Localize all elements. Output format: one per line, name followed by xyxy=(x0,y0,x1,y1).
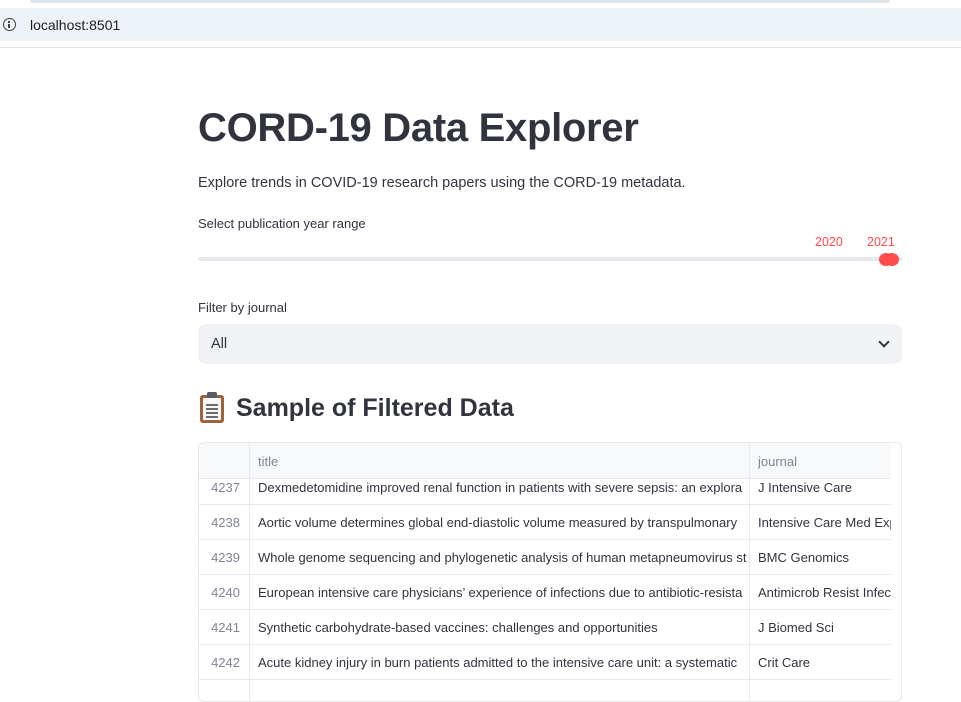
clipboard-icon xyxy=(198,392,226,424)
sample-section-heading: Sample of Filtered Data xyxy=(198,392,514,424)
cell-title[interactable]: European intensive care physicians’ expe… xyxy=(250,575,750,609)
tab-strip xyxy=(30,0,890,3)
row-index xyxy=(199,680,250,701)
cell-journal[interactable]: BMC Genomics xyxy=(750,540,891,574)
cell-journal[interactable]: J Biomed Sci xyxy=(750,610,891,644)
table-row[interactable]: 4238 Aortic volume determines global end… xyxy=(199,505,891,540)
cell-title[interactable]: Whole genome sequencing and phylogenetic… xyxy=(250,540,750,574)
row-index: 4241 xyxy=(199,610,250,644)
chevron-down-icon xyxy=(878,336,890,348)
section-title: Sample of Filtered Data xyxy=(236,393,514,422)
chrome-divider xyxy=(0,47,961,48)
table-row[interactable]: 4240 European intensive care physicians’… xyxy=(199,575,891,610)
cell-journal[interactable]: Crit Care xyxy=(750,645,891,679)
table-header: title journal xyxy=(199,443,891,479)
year-slider-track[interactable] xyxy=(198,257,902,261)
cell-journal[interactable]: Antimicrob Resist Infec xyxy=(750,575,891,609)
year-slider-min-value: 2020 xyxy=(815,235,843,249)
cell-title[interactable]: Dexmedetomidine improved renal function … xyxy=(250,479,750,504)
header-index-cell xyxy=(199,443,250,479)
cell-journal[interactable] xyxy=(750,680,891,701)
row-index: 4239 xyxy=(199,540,250,574)
browser-top-strip xyxy=(0,0,961,8)
table-rows: 4237 Dexmedetomidine improved renal func… xyxy=(199,479,891,701)
row-index: 4242 xyxy=(199,645,250,679)
address-bar[interactable]: localhost:8501 xyxy=(0,8,961,41)
journal-filter-select[interactable]: All xyxy=(198,324,902,364)
year-slider-max-thumb[interactable] xyxy=(885,253,899,266)
header-title[interactable]: title xyxy=(250,443,750,479)
cell-title[interactable]: Acute kidney injury in burn patients adm… xyxy=(250,645,750,679)
table-row[interactable]: 4242 Acute kidney injury in burn patient… xyxy=(199,645,891,680)
table-row[interactable]: 4241 Synthetic carbohydrate-based vaccin… xyxy=(199,610,891,645)
table-row[interactable]: 4239 Whole genome sequencing and phyloge… xyxy=(199,540,891,575)
row-index: 4240 xyxy=(199,575,250,609)
row-index: 4237 xyxy=(199,479,250,504)
data-table[interactable]: title journal 4237 Dexmedetomidine impro… xyxy=(198,442,902,702)
cell-journal[interactable]: Intensive Care Med Exp xyxy=(750,505,891,539)
table-row[interactable] xyxy=(199,680,891,701)
year-slider-max-value: 2021 xyxy=(867,235,895,249)
journal-filter-label: Filter by journal xyxy=(198,300,287,315)
header-journal[interactable]: journal xyxy=(750,443,891,479)
page-subtitle: Explore trends in COVID-19 research pape… xyxy=(198,175,686,191)
table-row[interactable]: 4237 Dexmedetomidine improved renal func… xyxy=(199,479,891,505)
row-index: 4238 xyxy=(199,505,250,539)
cell-journal[interactable]: J Intensive Care xyxy=(750,479,891,504)
cell-title[interactable]: Synthetic carbohydrate-based vaccines: c… xyxy=(250,610,750,644)
year-slider-label: Select publication year range xyxy=(198,216,366,231)
info-icon[interactable] xyxy=(3,18,16,31)
page-title: CORD-19 Data Explorer xyxy=(198,106,639,150)
url-text[interactable]: localhost:8501 xyxy=(30,17,120,33)
cell-title[interactable]: Aortic volume determines global end-dias… xyxy=(250,505,750,539)
cell-title[interactable] xyxy=(250,680,750,701)
journal-filter-value: All xyxy=(211,336,228,352)
